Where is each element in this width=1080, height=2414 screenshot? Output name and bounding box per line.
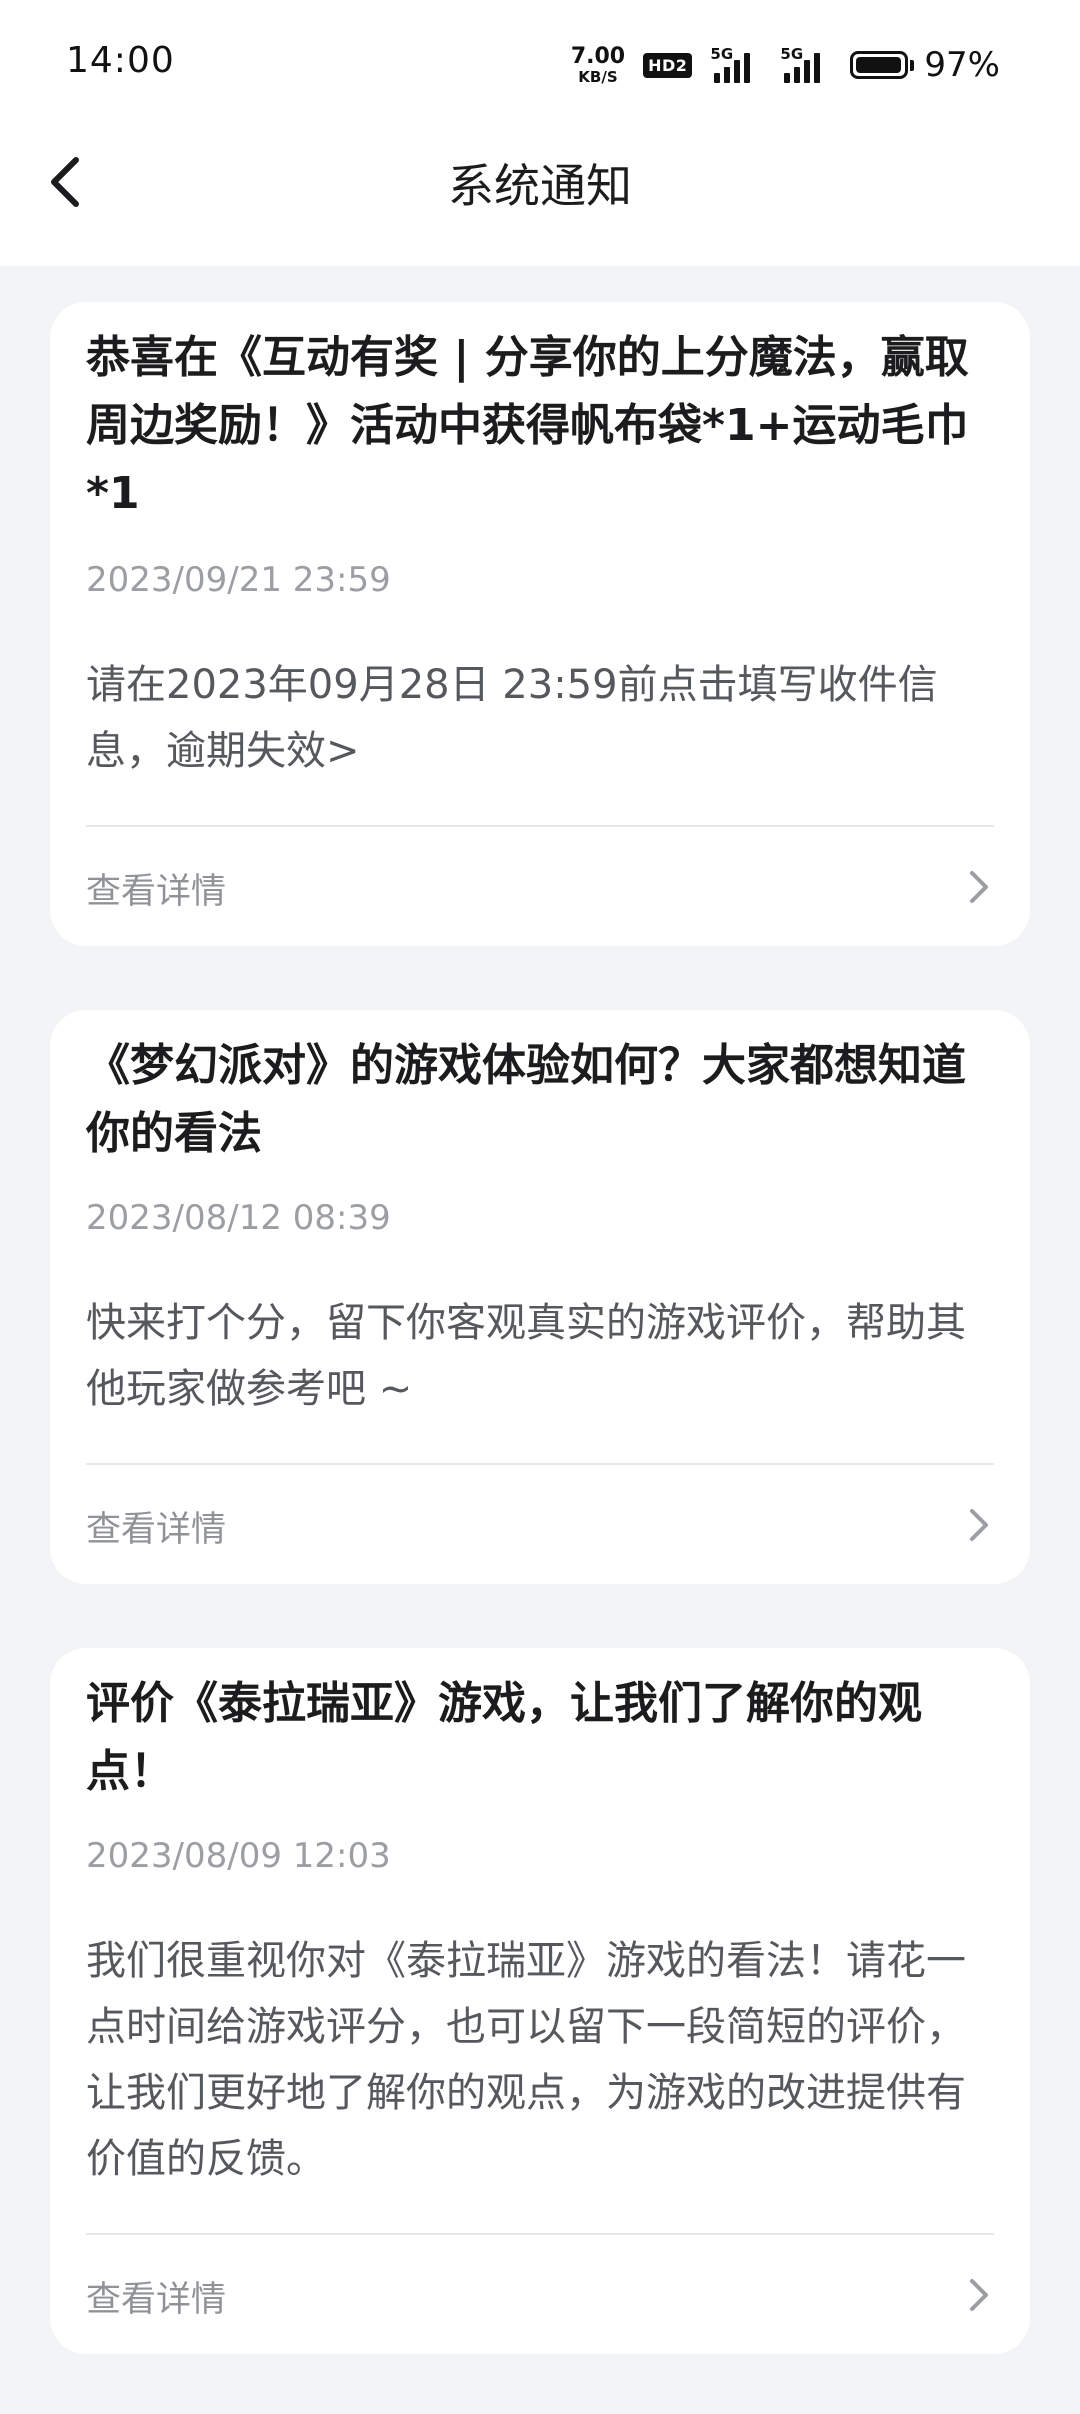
status-icons: 7.00 KB/S HD2 5G 5G 97% (571, 40, 1000, 90)
notification-body: 我们很重视你对《泰拉瑞亚》游戏的看法！请花一点时间给游戏评分，也可以留下一段简短… (86, 1938, 966, 2182)
navigation-bar: 系统通知 (0, 130, 1080, 266)
notification-card[interactable]: 《梦幻派对》的游戏体验如何？大家都想知道你的看法 2023/08/12 08:3… (50, 1010, 1030, 1584)
notification-card[interactable]: 评价《泰拉瑞亚》游戏，让我们了解你的观点！ 2023/08/09 12:03 我… (50, 1648, 1030, 2354)
signal-strength-icon: 5G (780, 45, 832, 85)
view-details-button[interactable]: 查看详情 (50, 2235, 1030, 2355)
notification-body: 快来打个分，留下你客观真实的游戏评价，帮助其他玩家做参考吧 ~ (86, 1300, 966, 1412)
view-details-label: 查看详情 (86, 872, 227, 912)
page-title: 系统通知 (448, 159, 632, 213)
battery-percent: 97% (924, 45, 1000, 85)
notification-title: 恭喜在《互动有奖 | 分享你的上分魔法，赢取周边奖励！》活动中获得帆布袋*1+运… (86, 332, 969, 519)
signal-strength-icon: 5G (710, 45, 762, 85)
network-speed: 7.00 KB/S (570, 43, 626, 86)
status-time: 14:00 (66, 40, 175, 81)
view-details-label: 查看详情 (86, 2280, 227, 2320)
notification-title: 《梦幻派对》的游戏体验如何？大家都想知道你的看法 (86, 1040, 966, 1159)
network-speed-unit: KB/S (578, 67, 618, 86)
notification-date: 2023/09/21 23:59 (86, 560, 391, 600)
notification-card[interactable]: 恭喜在《互动有奖 | 分享你的上分魔法，赢取周边奖励！》活动中获得帆布袋*1+运… (50, 302, 1030, 946)
hd-voice-icon: HD2 (643, 52, 693, 78)
notification-list: 恭喜在《互动有奖 | 分享你的上分魔法，赢取周边奖励！》活动中获得帆布袋*1+运… (0, 266, 1080, 2414)
view-details-button[interactable]: 查看详情 (50, 827, 1030, 947)
network-speed-value: 7.00 (570, 43, 626, 69)
signal-type-label: 5G (780, 45, 804, 63)
chevron-right-icon (970, 871, 988, 903)
notification-title: 评价《泰拉瑞亚》游戏，让我们了解你的观点！ (86, 1678, 922, 1797)
battery-icon: 97% (850, 45, 1000, 85)
notification-date: 2023/08/09 12:03 (86, 1836, 391, 1876)
view-details-label: 查看详情 (86, 1510, 227, 1550)
status-bar: 14:00 7.00 KB/S HD2 5G 5G 97% (0, 0, 1080, 130)
view-details-button[interactable]: 查看详情 (50, 1465, 1030, 1585)
notification-body[interactable]: 请在2023年09月28日 23:59前点击填写收件信息，逾期失效> (86, 652, 996, 784)
signal-type-label: 5G (710, 45, 734, 63)
notification-date: 2023/08/12 08:39 (86, 1198, 391, 1238)
chevron-right-icon (970, 1509, 988, 1541)
chevron-right-icon (970, 2279, 988, 2311)
